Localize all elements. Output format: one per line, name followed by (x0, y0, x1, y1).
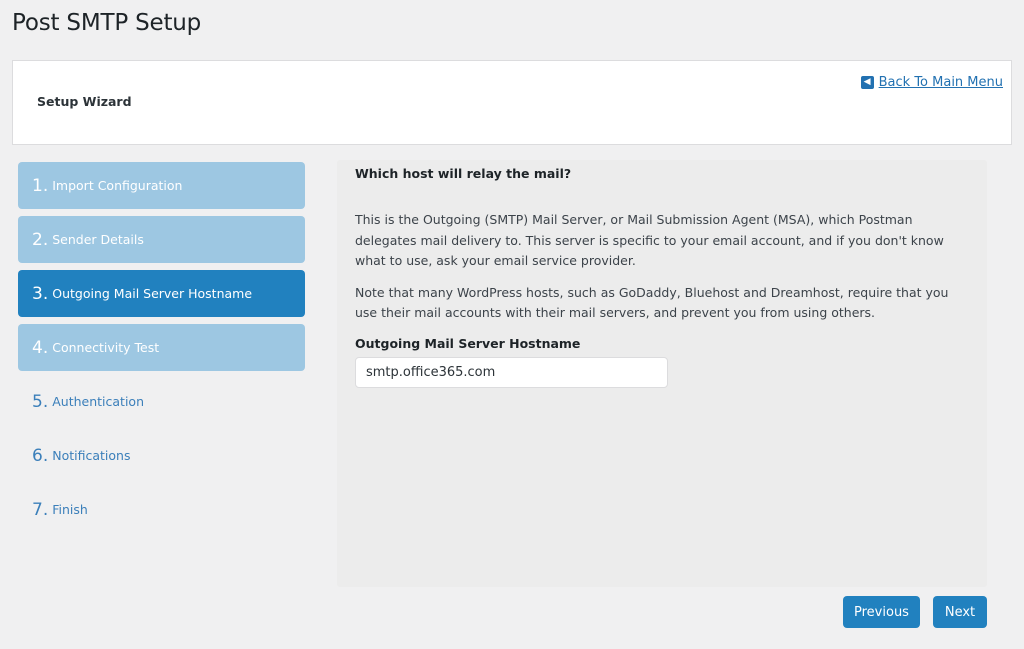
wizard-header: Setup Wizard ◀ Back To Main Menu (12, 60, 1012, 145)
step-number: 6. (32, 445, 49, 466)
step-number: 1. (32, 175, 49, 196)
step-finish[interactable]: 7. Finish (18, 486, 305, 533)
step-outgoing-mail-server-hostname[interactable]: 3. Outgoing Mail Server Hostname (18, 270, 305, 317)
step-content-panel: Which host will relay the mail? This is … (337, 160, 987, 587)
step-label: Notifications (52, 448, 131, 463)
next-button[interactable]: Next (933, 596, 987, 628)
step-number: 2. (32, 229, 49, 250)
step-import-configuration[interactable]: 1. Import Configuration (18, 162, 305, 209)
step-label: Authentication (52, 394, 144, 409)
back-link-label: Back To Main Menu (878, 75, 1003, 90)
previous-button[interactable]: Previous (843, 596, 920, 628)
note-paragraph: Note that many WordPress hosts, such as … (355, 284, 949, 321)
step-label: Import Configuration (52, 178, 183, 193)
step-connectivity-test[interactable]: 4. Connectivity Test (18, 324, 305, 371)
wizard-title: Setup Wizard (37, 94, 132, 109)
back-to-main-menu-link[interactable]: ◀ Back To Main Menu (860, 75, 1003, 90)
hostname-field-label: Outgoing Mail Server Hostname (355, 335, 581, 351)
step-number: 7. (32, 499, 49, 520)
step-label: Finish (52, 502, 88, 517)
step-sender-details[interactable]: 2. Sender Details (18, 216, 305, 263)
arrow-left-square-icon: ◀ (860, 76, 874, 89)
step-label: Sender Details (52, 232, 144, 247)
step-number: 5. (32, 391, 49, 412)
step-authentication[interactable]: 5. Authentication (18, 378, 305, 425)
step-label: Outgoing Mail Server Hostname (52, 286, 253, 301)
section-heading: Which host will relay the mail? (355, 166, 572, 181)
step-number: 3. (32, 283, 49, 304)
description-paragraph: This is the Outgoing (SMTP) Mail Server,… (355, 212, 944, 268)
step-notifications[interactable]: 6. Notifications (18, 432, 305, 479)
step-label: Connectivity Test (52, 340, 160, 355)
page-title: Post SMTP Setup (12, 10, 202, 36)
step-number: 4. (32, 337, 49, 358)
wizard-steps: 1. Import Configuration 2. Sender Detail… (18, 162, 305, 540)
hostname-input[interactable] (355, 356, 668, 388)
